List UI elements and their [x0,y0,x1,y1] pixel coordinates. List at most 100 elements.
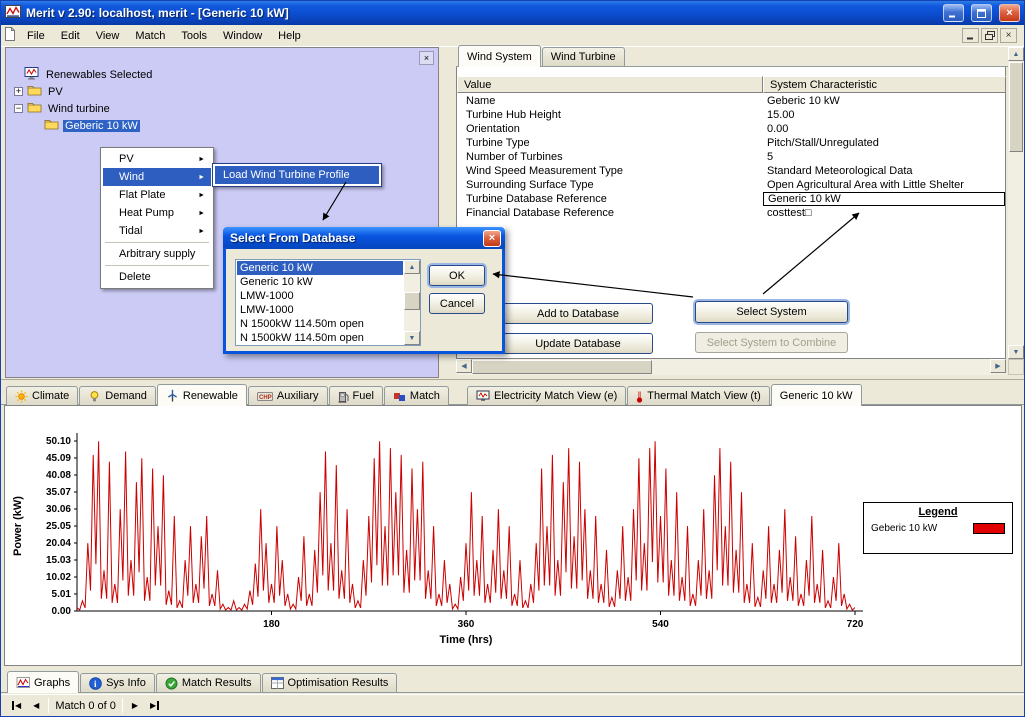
list-item-lmw-1000[interactable]: LMW-1000 [237,303,403,317]
close-button[interactable]: × [999,4,1020,22]
table-row[interactable]: Turbine TypePitch/Stall/Unregulated [457,136,1005,150]
svg-text:CHP: CHP [259,395,272,401]
menu-item-pv[interactable]: PV► [103,150,211,168]
tab-fuel[interactable]: Fuel [329,386,383,405]
list-item-lmw-1000[interactable]: LMW-1000 [237,289,403,303]
tab-wind-turbine[interactable]: Wind Turbine [542,47,625,66]
list-item-generic-10kw[interactable]: Generic 10 kW [237,275,403,289]
vertical-scrollbar[interactable]: ▲ ▼ [1008,47,1024,359]
menu-item-wind[interactable]: Wind► [103,168,211,186]
next-match-button[interactable]: ▶ [129,699,141,712]
tree-item-renewables-selected[interactable]: Renewables Selected [10,66,434,83]
tab-generic-10kw[interactable]: Generic 10 kW [771,384,862,406]
menu-item-heat-pump[interactable]: Heat Pump► [103,204,211,222]
cancel-button[interactable]: Cancel [429,293,485,314]
scrollbar-thumb[interactable] [472,360,652,374]
add-to-database-button[interactable]: Add to Database [503,303,653,324]
column-header-system-characteristic[interactable]: System Characteristic [763,76,1006,93]
collapse-minus-icon[interactable]: − [14,104,23,113]
pane-close-icon[interactable]: × [419,51,434,65]
menu-match[interactable]: Match [127,27,173,45]
scroll-right-icon[interactable]: ▶ [990,359,1006,373]
tree-item-pv[interactable]: + PV [10,83,434,100]
tab-thermal-match-view[interactable]: Thermal Match View (t) [627,386,770,405]
mdi-restore-button[interactable] [981,28,998,43]
table-row[interactable]: Orientation0.00 [457,122,1005,136]
scroll-down-icon[interactable]: ▼ [1008,345,1024,359]
menu-edit[interactable]: Edit [53,27,88,45]
window-title: Merit v 2.90: localhost, merit - [Generi… [26,6,936,20]
menu-window[interactable]: Window [215,27,270,45]
table-row[interactable]: NameGeberic 10 kW [457,94,1005,108]
tree-item-wind-turbine[interactable]: − Wind turbine [10,100,434,117]
tab-wind-system[interactable]: Wind System [458,45,541,67]
svg-text:10.02: 10.02 [46,572,71,583]
menu-separator [105,242,209,243]
menu-item-delete[interactable]: Delete [103,268,211,286]
expand-plus-icon[interactable]: + [14,87,23,96]
table-row[interactable]: Surrounding Surface TypeOpen Agricultura… [457,178,1005,192]
title-bar: Merit v 2.90: localhost, merit - [Generi… [1,1,1024,25]
minimize-button[interactable] [943,4,964,22]
menu-help[interactable]: Help [270,27,309,45]
column-header-value[interactable]: Value [457,76,763,93]
select-system-button[interactable]: Select System [695,301,848,323]
properties-tab-strip: Wind System Wind Turbine [456,47,1008,67]
table-row[interactable]: Turbine Hub Height15.00 [457,108,1005,122]
tab-climate[interactable]: Climate [6,386,78,405]
tab-match-results[interactable]: Match Results [156,673,261,692]
match-counter: Match 0 of 0 [55,700,116,712]
tab-renewable[interactable]: Renewable [157,384,247,406]
tab-graphs[interactable]: Graphs [7,671,79,693]
list-item-n1500kw[interactable]: N 1500kW 114.50m open [237,317,403,331]
listbox-scrollbar[interactable]: ▲ ▼ [404,260,420,345]
system-properties-panel: Wind System Wind Turbine Value System Ch… [456,47,1008,378]
tab-optimisation-results[interactable]: Optimisation Results [262,673,398,692]
scroll-left-icon[interactable]: ◀ [456,359,472,373]
horizontal-scrollbar[interactable]: ◀ ▶ [456,359,1006,375]
last-match-button[interactable]: ▶ [147,699,162,712]
previous-match-button[interactable]: ◀ [30,699,42,712]
menu-item-load-wind-turbine-profile[interactable]: Load Wind Turbine Profile [215,166,379,184]
tab-demand[interactable]: Demand [79,386,156,405]
dialog-close-button[interactable]: × [483,230,501,247]
menu-item-arbitrary-supply[interactable]: Arbitrary supply [103,245,211,263]
svg-text:720: 720 [847,619,864,630]
tab-match[interactable]: Match [384,386,449,405]
first-match-button[interactable]: ◀ [9,699,24,712]
menu-item-tidal[interactable]: Tidal► [103,222,211,240]
menu-item-flat-plate[interactable]: Flat Plate► [103,186,211,204]
previous-icon: ◀ [15,701,21,710]
update-database-button[interactable]: Update Database [503,333,653,354]
table-row[interactable]: Number of Turbines5 [457,150,1005,164]
tab-auxiliary[interactable]: CHP Auxiliary [248,386,328,405]
tree-item-generic-10kw[interactable]: Geberic 10 kW [10,117,434,134]
scroll-up-icon[interactable]: ▲ [1008,47,1024,61]
ok-button[interactable]: OK [429,265,485,286]
submenu-arrow-icon: ► [188,174,205,181]
list-item-n1500kw[interactable]: N 1500kW 114.50m open [237,331,403,344]
table-row[interactable]: Wind Speed Measurement TypeStandard Mete… [457,164,1005,178]
turbine-database-reference-field[interactable]: Generic 10 kW [763,192,1005,206]
submenu-arrow-icon: ► [188,228,205,235]
table-row-turbine-database-reference[interactable]: Turbine Database ReferenceGeneric 10 kW [457,192,1005,206]
svg-text:5.01: 5.01 [52,589,72,600]
select-system-to-combine-button[interactable]: Select System to Combine [695,332,848,353]
mdi-close-button[interactable]: × [1000,28,1017,43]
menu-view[interactable]: View [88,27,128,45]
tab-sys-info[interactable]: i Sys Info [80,673,155,692]
svg-text:0.00: 0.00 [52,606,72,617]
mdi-minimize-button[interactable] [962,28,979,43]
menu-tools[interactable]: Tools [173,27,215,45]
scrollbar-thumb[interactable] [1009,62,1023,152]
scrollbar-thumb[interactable] [404,292,420,310]
table-row[interactable]: Financial Database Referencecosttest□ [457,206,1005,220]
svg-text:40.08: 40.08 [46,470,71,481]
scroll-up-icon[interactable]: ▲ [404,260,420,274]
tab-electricity-match-view[interactable]: Electricity Match View (e) [467,386,626,405]
menu-file[interactable]: File [19,27,53,45]
dialog-titlebar[interactable]: Select From Database × [223,227,505,249]
maximize-button[interactable] [971,4,992,22]
list-item-generic-10kw[interactable]: Generic 10 kW [237,261,403,275]
scroll-down-icon[interactable]: ▼ [404,331,420,345]
